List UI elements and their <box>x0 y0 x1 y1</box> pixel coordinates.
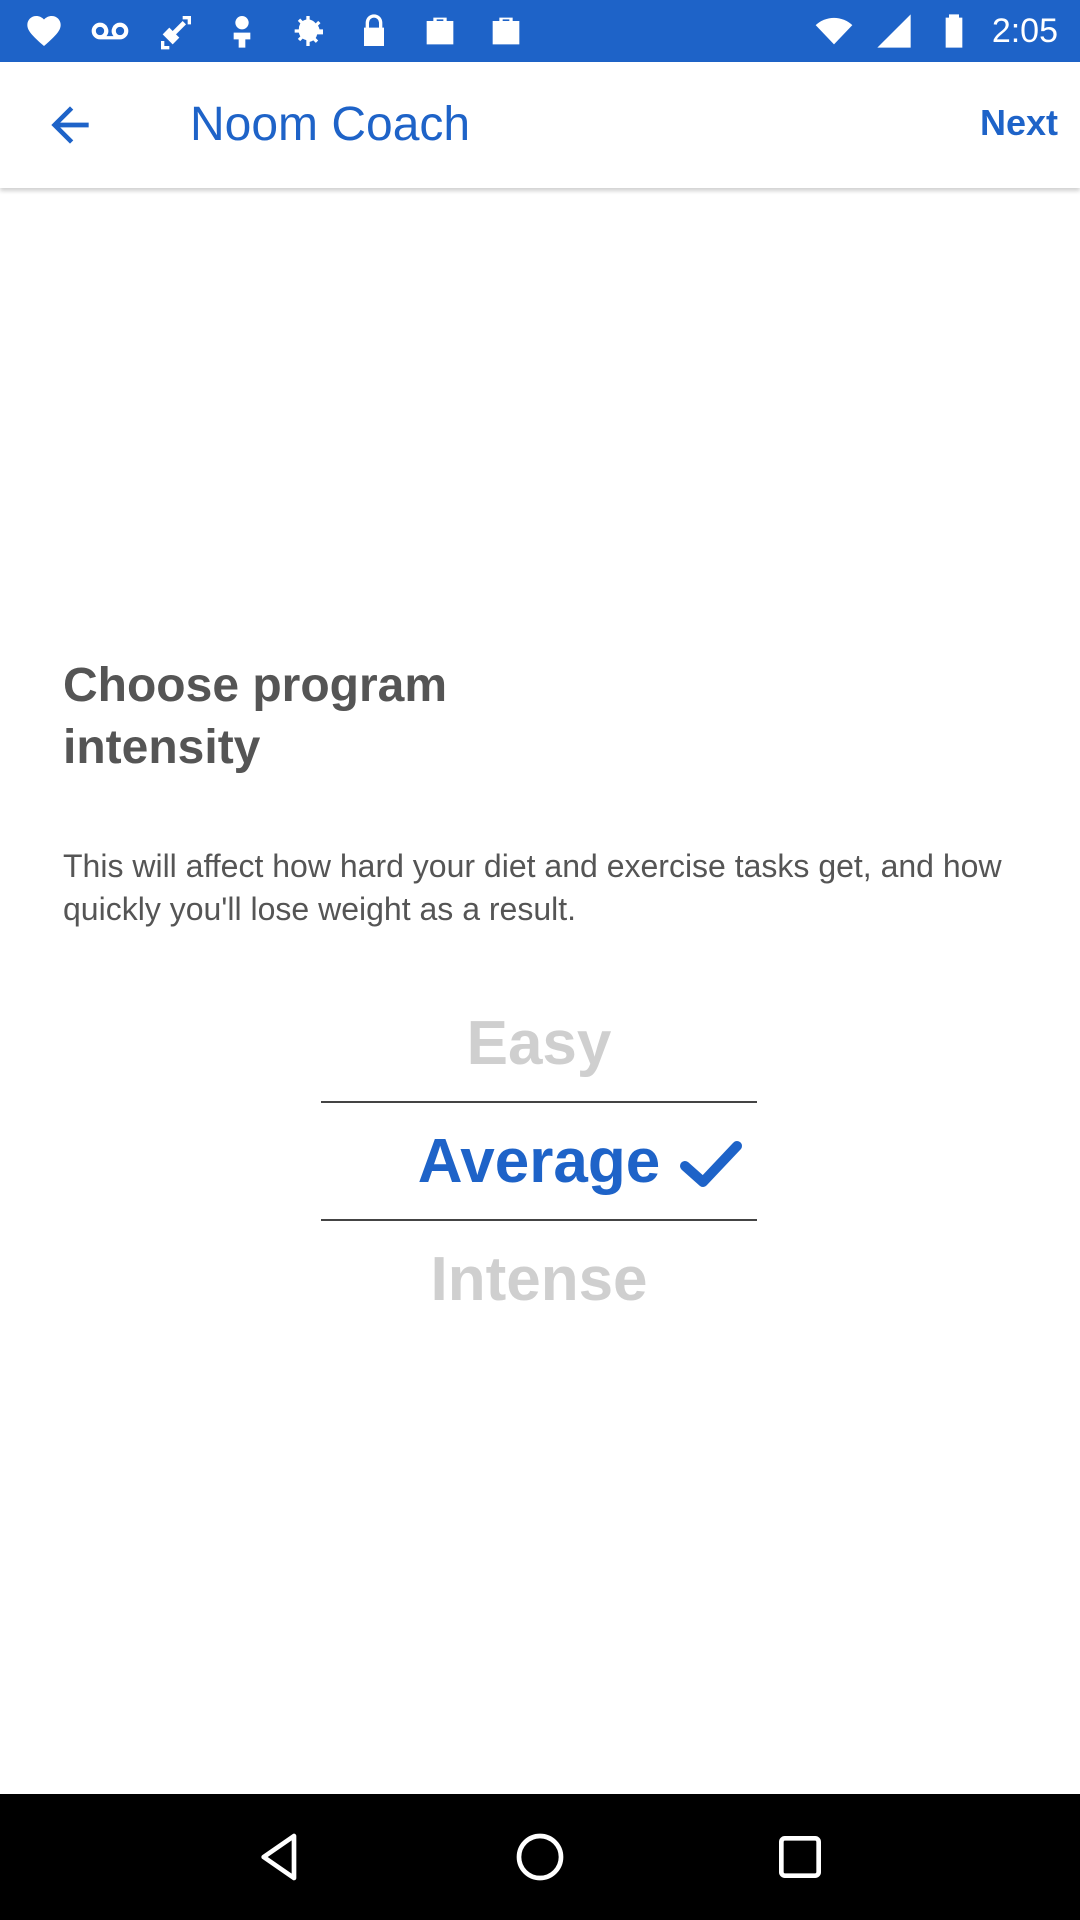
heart-icon <box>22 9 66 53</box>
checkmark-icon <box>680 1141 742 1187</box>
status-system: 2:05 <box>812 9 1058 53</box>
status-notifications <box>22 9 528 53</box>
signal-icon <box>872 9 916 53</box>
wifi-icon <box>812 9 856 53</box>
page-heading: Choose program intensity <box>63 659 448 774</box>
intensity-picker[interactable]: Easy Average Intense <box>321 985 757 1337</box>
fake-gps-icon <box>154 9 198 53</box>
option-label: Easy <box>466 1008 612 1078</box>
nav-recents-button[interactable] <box>765 1822 835 1892</box>
back-button[interactable] <box>40 95 100 155</box>
option-easy[interactable]: Easy <box>321 985 757 1101</box>
option-intense[interactable]: Intense <box>321 1221 757 1337</box>
settings-icon <box>286 9 330 53</box>
next-button[interactable]: Next <box>980 102 1058 144</box>
battery-icon <box>932 9 976 53</box>
nav-back-button[interactable] <box>245 1822 315 1892</box>
back-triangle-icon <box>261 1833 297 1881</box>
app-bar: Noom Coach Next <box>0 62 1080 188</box>
recents-square-icon <box>779 1836 821 1878</box>
system-nav-bar <box>0 1794 1080 1920</box>
home-circle-icon <box>516 1833 564 1881</box>
nav-home-button[interactable] <box>505 1822 575 1892</box>
lock-icon <box>352 9 396 53</box>
option-label: Average <box>417 1126 661 1196</box>
bag-icon <box>418 9 462 53</box>
bag-icon <box>484 9 528 53</box>
status-bar: 2:05 <box>0 0 1080 62</box>
option-label: Intense <box>430 1244 648 1314</box>
voicemail-icon <box>88 9 132 53</box>
person-pin-icon <box>220 9 264 53</box>
arrow-left-icon <box>51 106 89 144</box>
option-average[interactable]: Average <box>321 1103 757 1219</box>
page-description: This will affect how hard your diet and … <box>63 848 1002 927</box>
status-time: 2:05 <box>991 11 1058 50</box>
app-title: Noom Coach <box>190 98 471 151</box>
